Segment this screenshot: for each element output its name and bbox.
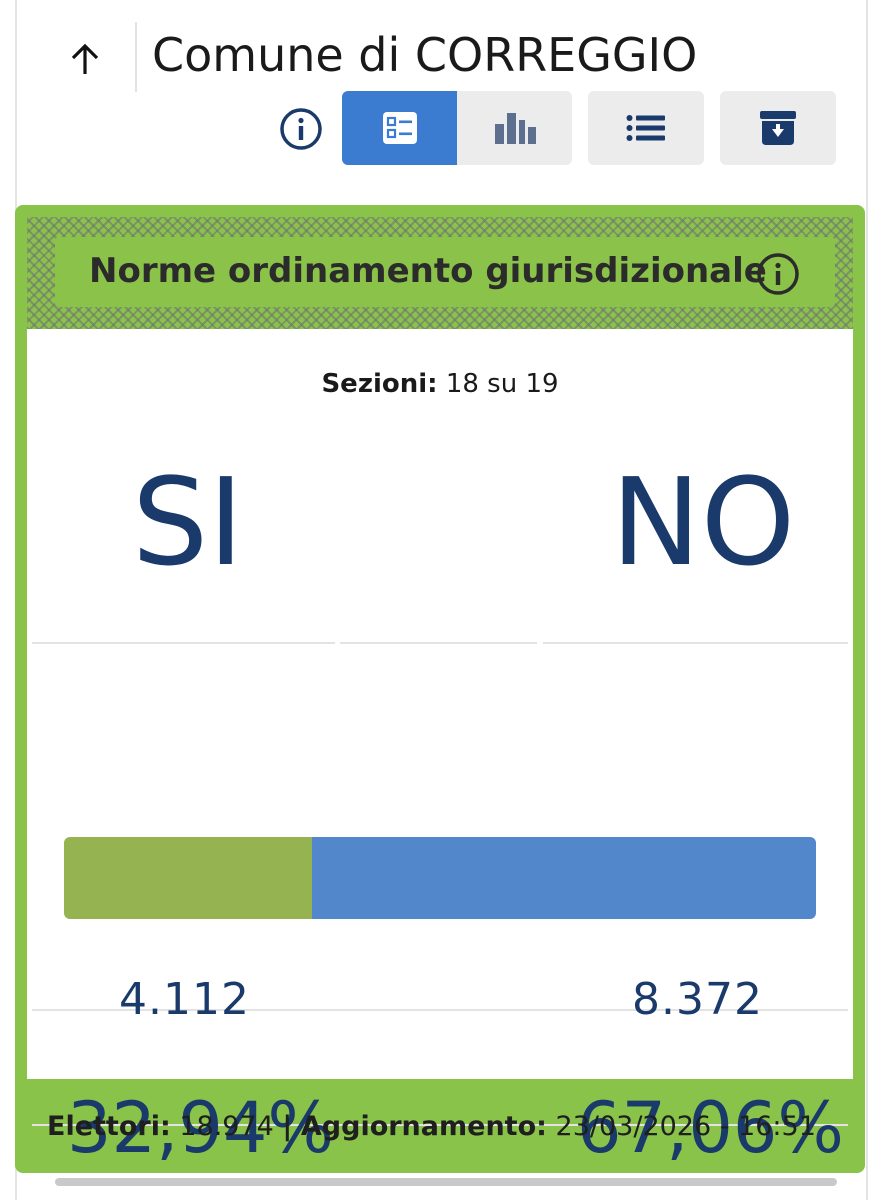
option-si-votes: 4.112 [119, 974, 250, 1025]
referendum-result-card: Norme ordinamento giurisdizionale Sezion… [15, 205, 865, 1173]
card-footer: Elettori: 18.974 | Aggiornamento: 23/03/… [15, 1079, 865, 1173]
option-si-label: SI [132, 454, 244, 593]
header-divider [135, 22, 137, 92]
option-no-votes: 8.372 [632, 974, 763, 1025]
footer-separator: | [282, 1110, 293, 1142]
horizontal-scrollbar[interactable] [55, 1178, 837, 1186]
elettori-value: 18.974 [179, 1110, 274, 1142]
divider [543, 642, 848, 644]
detail-view-icon [382, 112, 417, 144]
chart-view-button[interactable] [457, 91, 572, 165]
info-button[interactable] [278, 106, 324, 152]
info-circle-icon [757, 253, 799, 295]
card-body: Sezioni: 18 su 19 SI NO 4.112 8.372 32,9… [27, 329, 853, 1169]
result-bar-no-segment [311, 837, 816, 919]
card-header-inner: Norme ordinamento giurisdizionale [55, 237, 835, 307]
archive-download-icon [760, 111, 796, 145]
card-info-button[interactable] [755, 251, 801, 297]
info-circle-icon [280, 108, 322, 150]
card-title: Norme ordinamento giurisdizionale [89, 251, 767, 291]
bar-chart-icon [494, 113, 536, 144]
archive-download-button[interactable] [720, 91, 836, 165]
list-icon [626, 115, 665, 141]
option-no-label: NO [611, 454, 796, 593]
result-bar-si-segment [64, 837, 312, 919]
divider [32, 642, 335, 644]
divider [340, 642, 537, 644]
footer-info: Elettori: 18.974 | Aggiornamento: 23/03/… [47, 1111, 816, 1142]
list-view-button[interactable] [588, 91, 704, 165]
sezioni-label: Sezioni: [321, 369, 438, 399]
detail-view-button[interactable] [342, 91, 457, 165]
back-button[interactable] [58, 32, 112, 86]
arrow-up-icon [71, 43, 99, 74]
sezioni-value: 18 su 19 [445, 369, 559, 399]
sezioni-count: Sezioni: 18 su 19 [27, 369, 853, 399]
result-bar [64, 837, 816, 919]
page-title: Comune di CORREGGIO [152, 28, 698, 82]
elettori-label: Elettori: [47, 1110, 171, 1142]
frame-right-border [866, 0, 868, 1200]
aggiornamento-value: 23/03/2026 - 16:51 [555, 1110, 816, 1142]
aggiornamento-label: Aggiornamento: [300, 1110, 547, 1142]
card-header: Norme ordinamento giurisdizionale [27, 217, 853, 329]
